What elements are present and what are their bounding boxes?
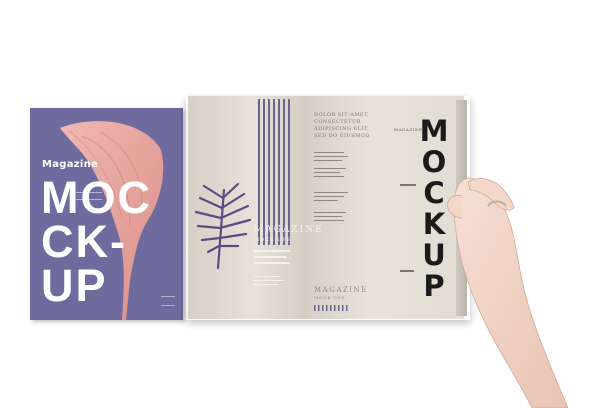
right-page-big-letter-2: O xyxy=(421,145,447,179)
cover-title-line-2: CK- xyxy=(41,216,127,267)
fern-plant-illustration xyxy=(194,182,252,270)
cover-small-label: Magazine xyxy=(42,159,99,170)
product-mockup-scene: Magazine MOC CK- UP MAGAZINE MOCK-UPS DO… xyxy=(0,0,612,408)
right-page-stripes xyxy=(314,305,348,311)
left-page-subtitle: MOCK-UPS xyxy=(254,237,292,243)
left-page-title: MAGAZINE xyxy=(254,225,324,235)
right-page-big-letter-6: P xyxy=(423,269,445,303)
closed-magazine-cover: Magazine MOC CK- UP xyxy=(30,108,183,320)
right-page-footer-subtitle: MOCK-UPS xyxy=(314,295,346,300)
right-page-footer-title: MAGAZINE xyxy=(314,286,368,294)
right-page-big-letter-3: C xyxy=(423,176,445,210)
right-page-big-letter-4: K xyxy=(422,207,446,241)
cover-title-line-3: UP xyxy=(41,260,108,311)
right-page-side-note-2 xyxy=(400,270,414,272)
page-stack-edge xyxy=(456,100,467,316)
cover-title-line-1: MOC xyxy=(41,172,152,223)
right-page-big-letter-1: M xyxy=(419,114,449,148)
vertical-stripes-graphic xyxy=(258,99,290,245)
cover-barcode xyxy=(161,296,175,306)
right-page-side-note xyxy=(400,184,416,186)
right-page-big-letter-5: U xyxy=(422,238,446,272)
right-page-header: DOLOR SIT AMET, CONSECTETUR ADIPISCING E… xyxy=(314,112,370,139)
